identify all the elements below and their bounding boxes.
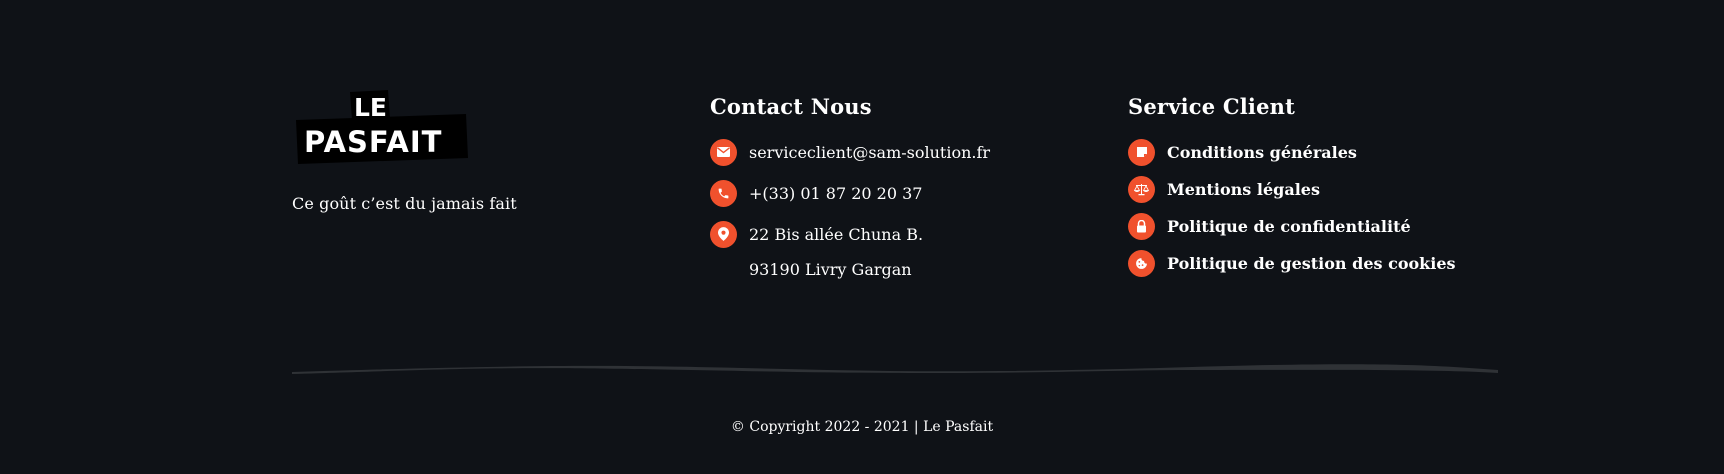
contact-address-line2: 93190 Livry Gargan [749,260,912,279]
brand-column: LE PASFAIT Ce goût c’est du jamais fait [292,90,672,213]
service-link-label[interactable]: Mentions légales [1167,180,1320,199]
service-title: Service Client [1128,94,1296,119]
cookie-icon [1128,249,1155,277]
brand-tagline: Ce goût c’est du jamais fait [292,194,517,213]
service-column: Service Client Conditions générales Ment… [1128,94,1548,285]
contact-phone-row[interactable]: +(33) 01 87 20 20 37 [710,178,1090,208]
contact-title: Contact Nous [710,94,872,119]
copyright-text: © Copyright 2022 - 2021 | Le Pasfait [730,419,994,435]
phone-icon [710,179,737,207]
service-link-mentions[interactable]: Mentions légales [1128,174,1548,204]
logo-text-le: LE [354,93,387,122]
service-link-cookies[interactable]: Politique de gestion des cookies [1128,248,1548,278]
contact-email[interactable]: serviceclient@sam-solution.fr [749,143,990,162]
lock-icon [1128,212,1155,240]
service-link-conditions[interactable]: Conditions générales [1128,137,1548,167]
le-pasfait-logo[interactable]: LE PASFAIT [292,90,468,170]
contact-email-row[interactable]: serviceclient@sam-solution.fr [710,137,1090,167]
contact-phone[interactable]: +(33) 01 87 20 20 37 [749,184,922,203]
footer-divider [292,364,1498,374]
scale-icon [1128,175,1155,203]
envelope-icon [710,138,737,166]
note-icon [1128,138,1155,166]
service-link-label[interactable]: Politique de gestion des cookies [1167,254,1456,273]
site-footer: LE PASFAIT Ce goût c’est du jamais fait … [0,0,1724,474]
service-link-label[interactable]: Conditions générales [1167,143,1357,162]
map-pin-icon [710,220,737,248]
contact-address-row: 22 Bis allée Chuna B. [710,219,1090,249]
contact-address-line1: 22 Bis allée Chuna B. [749,224,924,244]
contact-column: Contact Nous serviceclient@sam-solution.… [710,94,1090,279]
service-link-label[interactable]: Politique de confidentialité [1167,217,1411,236]
service-link-confidentialite[interactable]: Politique de confidentialité [1128,211,1548,241]
logo-text-pasfait: PASFAIT [304,125,442,159]
